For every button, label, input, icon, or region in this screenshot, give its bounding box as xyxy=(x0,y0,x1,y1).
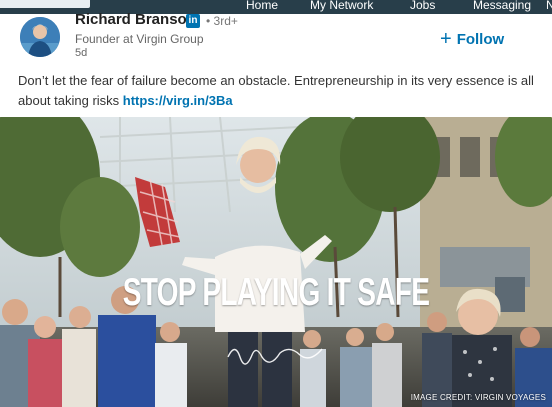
linkedin-influencer-icon: in xyxy=(186,14,200,28)
post-body: Don’t let the fear of failure become an … xyxy=(18,73,534,108)
post-link[interactable]: https://virg.in/3Ba xyxy=(123,93,233,108)
post-text: Don’t let the fear of failure become an … xyxy=(18,71,538,111)
nav-notifications[interactable]: N xyxy=(546,0,552,12)
author-avatar[interactable] xyxy=(20,17,60,57)
post-timestamp: 5d xyxy=(75,47,88,59)
nav-home[interactable]: Home xyxy=(246,0,278,12)
photo-scene xyxy=(0,117,552,407)
search-box[interactable] xyxy=(0,0,90,8)
image-caption: STOP PLAYING IT SAFE xyxy=(122,271,430,314)
post-image[interactable]: STOP PLAYING IT SAFE IMAGE CREDIT: VIRGI… xyxy=(0,117,552,407)
nav-my-network[interactable]: My Network xyxy=(310,0,373,12)
nav-messaging[interactable]: Messaging xyxy=(473,0,531,12)
author-headline: Founder at Virgin Group xyxy=(75,32,204,46)
author-name[interactable]: Richard Branson xyxy=(75,11,196,28)
image-credit: IMAGE CREDIT: VIRGIN VOYAGES xyxy=(410,393,546,402)
connection-degree: • 3rd+ xyxy=(206,14,238,28)
plus-icon: + xyxy=(440,28,452,50)
follow-label: Follow xyxy=(456,31,505,48)
nav-jobs[interactable]: Jobs xyxy=(410,0,435,12)
follow-button[interactable]: + Follow xyxy=(440,27,504,50)
